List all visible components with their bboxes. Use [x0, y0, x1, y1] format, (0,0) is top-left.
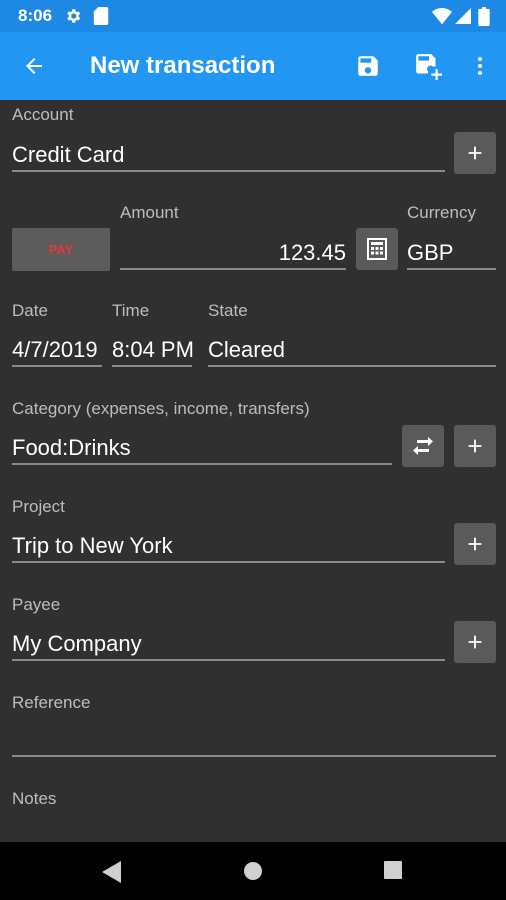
project-field[interactable]: Trip to New York: [12, 533, 173, 559]
currency-underline: [407, 268, 496, 270]
date-label: Date: [12, 301, 48, 320]
swap-arrows-icon: [413, 437, 433, 455]
currency-field[interactable]: GBP: [407, 240, 453, 266]
state-underline: [208, 365, 496, 367]
category-underline: [12, 463, 392, 465]
account-label: Account: [12, 105, 74, 124]
status-time: 8:06: [18, 6, 53, 25]
account-field[interactable]: Credit Card: [12, 142, 124, 168]
date-field[interactable]: 4/7/2019: [12, 337, 98, 363]
reference-field[interactable]: [12, 726, 496, 754]
swap-category-button[interactable]: [402, 425, 444, 467]
plus-icon: [468, 146, 482, 160]
reference-underline: [12, 755, 496, 757]
project-label: Project: [12, 497, 65, 516]
currency-label: Currency: [407, 203, 476, 222]
transaction-form: Account Credit Card Amount Currency PAY …: [0, 100, 506, 842]
add-account-button[interactable]: [454, 132, 496, 174]
state-field[interactable]: Cleared: [208, 337, 285, 363]
pay-button-label: PAY: [48, 242, 74, 257]
save-and-new-icon[interactable]: [408, 46, 448, 86]
plus-icon: [468, 635, 482, 649]
payee-label: Payee: [12, 595, 61, 614]
system-nav-bar: [0, 842, 506, 900]
back-arrow-icon[interactable]: [14, 46, 54, 86]
time-underline: [112, 365, 192, 367]
app-bar: New transaction: [0, 32, 506, 100]
wifi-icon: [432, 8, 452, 25]
save-icon[interactable]: [348, 46, 388, 86]
back-triangle-icon[interactable]: [102, 861, 122, 883]
calculator-icon: [367, 238, 387, 260]
plus-icon: [468, 439, 482, 453]
status-bar: 8:06: [0, 0, 506, 32]
notes-field[interactable]: [12, 816, 496, 842]
gear-icon: [67, 9, 81, 23]
signal-icon: [455, 8, 471, 24]
state-label: State: [208, 301, 248, 320]
time-label: Time: [112, 301, 150, 320]
category-field[interactable]: Food:Drinks: [12, 435, 131, 461]
pay-button[interactable]: PAY: [12, 228, 110, 271]
sd-card-icon: [93, 7, 109, 25]
time-field[interactable]: 8:04 PM: [112, 337, 194, 363]
amount-field[interactable]: 123.45: [120, 240, 346, 266]
project-underline: [12, 561, 445, 563]
plus-icon: [468, 537, 482, 551]
notes-label: Notes: [12, 789, 57, 808]
account-underline: [12, 170, 445, 172]
home-circle-icon[interactable]: [243, 861, 263, 881]
add-payee-button[interactable]: [454, 621, 496, 663]
add-project-button[interactable]: [454, 523, 496, 565]
calculator-button[interactable]: [356, 228, 398, 270]
amount-underline: [120, 268, 346, 270]
battery-icon: [478, 7, 490, 26]
amount-label: Amount: [120, 203, 179, 222]
add-category-button[interactable]: [454, 425, 496, 467]
more-vert-icon[interactable]: [460, 46, 500, 86]
payee-underline: [12, 659, 445, 661]
payee-field[interactable]: My Company: [12, 631, 142, 657]
date-underline: [12, 365, 102, 367]
recents-square-icon[interactable]: [384, 861, 402, 879]
category-label: Category (expenses, income, transfers): [12, 399, 310, 418]
reference-label: Reference: [12, 693, 91, 712]
page-title: New transaction: [90, 52, 276, 79]
